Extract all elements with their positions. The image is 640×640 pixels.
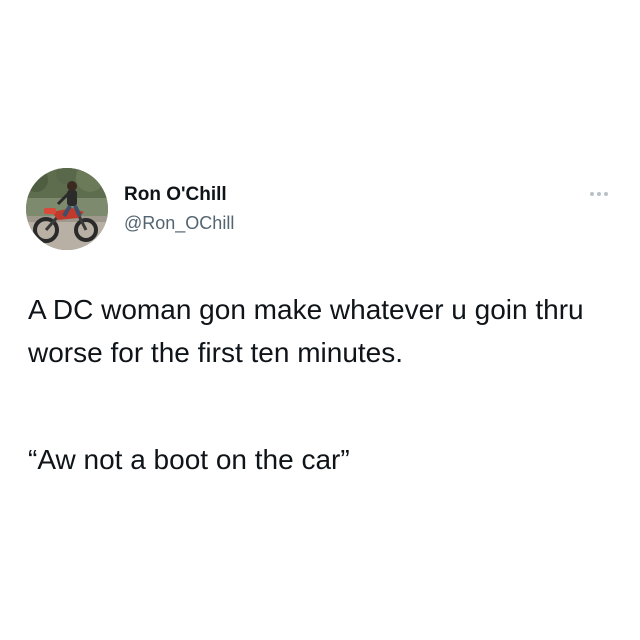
- avatar[interactable]: [26, 168, 108, 250]
- profile-photo-icon: [26, 168, 108, 250]
- more-options-icon: [590, 192, 608, 196]
- tweet-paragraph: A DC woman gon make whatever u goin thru…: [28, 294, 584, 368]
- more-options-button[interactable]: [586, 186, 612, 202]
- user-handle[interactable]: @Ron_OChill: [124, 212, 234, 234]
- display-name[interactable]: Ron O'Chill: [124, 184, 227, 206]
- tweet-card: Ron O'Chill @Ron_OChill A DC woman gon m…: [0, 0, 640, 640]
- tweet-text: A DC woman gon make whatever u goin thru…: [28, 288, 618, 475]
- tweet-paragraph: “Aw not a boot on the car”: [28, 444, 350, 475]
